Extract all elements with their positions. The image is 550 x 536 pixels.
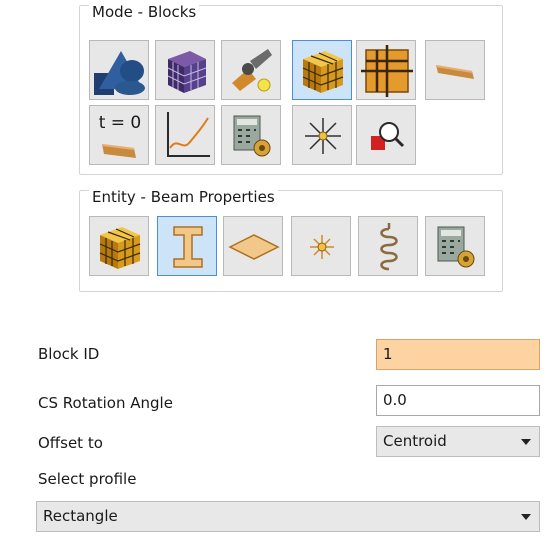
beam-button[interactable] <box>425 40 485 100</box>
offset-to-select[interactable]: Centroid <box>376 426 540 457</box>
mesh-button[interactable] <box>155 40 215 100</box>
tools-wrench-icon <box>232 49 272 92</box>
mode-panel-title: Mode - Blocks <box>89 3 200 21</box>
spring-entity-button[interactable] <box>358 216 418 276</box>
mesh-cube-icon <box>167 51 207 93</box>
select-profile-label: Select profile <box>38 470 137 488</box>
offset-to-label: Offset to <box>38 434 103 452</box>
initial-condition-icon: t = 0 <box>99 113 142 158</box>
point-entity-button[interactable] <box>291 216 351 276</box>
spring-coil-icon <box>380 223 398 271</box>
calculator-gear-icon <box>233 115 271 157</box>
geometry-button[interactable] <box>89 40 149 100</box>
blocks-cube-icon <box>302 51 344 93</box>
geometry-shapes-icon <box>94 51 145 95</box>
shell-plate-icon <box>228 234 280 260</box>
initial-condition-button[interactable]: t = 0 <box>89 105 149 165</box>
calculator-gear-icon <box>437 226 475 268</box>
chevron-down-icon <box>521 514 531 520</box>
point-star-icon <box>310 235 334 259</box>
loads-burst-icon <box>305 118 341 154</box>
curve-plot-icon <box>167 112 210 157</box>
block-entity-button[interactable] <box>89 216 149 276</box>
shell-entity-button[interactable] <box>223 216 283 276</box>
curve-button[interactable] <box>155 105 215 165</box>
grid-button[interactable] <box>356 40 416 100</box>
select-profile-value: Rectangle <box>43 507 118 525</box>
blocks-mode-button[interactable] <box>292 40 352 100</box>
select-profile-select[interactable]: Rectangle <box>36 501 540 532</box>
initial-condition-label: t = 0 <box>99 113 142 133</box>
grid-block-icon <box>361 45 413 97</box>
loads-button[interactable] <box>292 105 352 165</box>
beam-plank-icon <box>436 65 474 79</box>
i-beam-icon <box>173 226 203 268</box>
block-cube-icon <box>99 227 141 269</box>
entity-panel-title: Entity - Beam Properties <box>89 188 278 206</box>
cs-rotation-angle-field[interactable]: 0.0 <box>376 385 540 416</box>
block-id-label: Block ID <box>38 345 100 363</box>
tools-button[interactable] <box>221 40 281 100</box>
beam-entity-button[interactable] <box>157 216 217 276</box>
block-id-field[interactable]: 1 <box>376 339 540 370</box>
calculator-button[interactable] <box>221 105 281 165</box>
offset-to-value: Centroid <box>383 432 447 450</box>
inspect-button[interactable] <box>356 105 416 165</box>
chevron-down-icon <box>521 439 531 445</box>
inspect-magnify-icon <box>371 122 405 150</box>
cs-rotation-angle-label: CS Rotation Angle <box>38 394 173 412</box>
calculator-entity-button[interactable] <box>425 216 485 276</box>
